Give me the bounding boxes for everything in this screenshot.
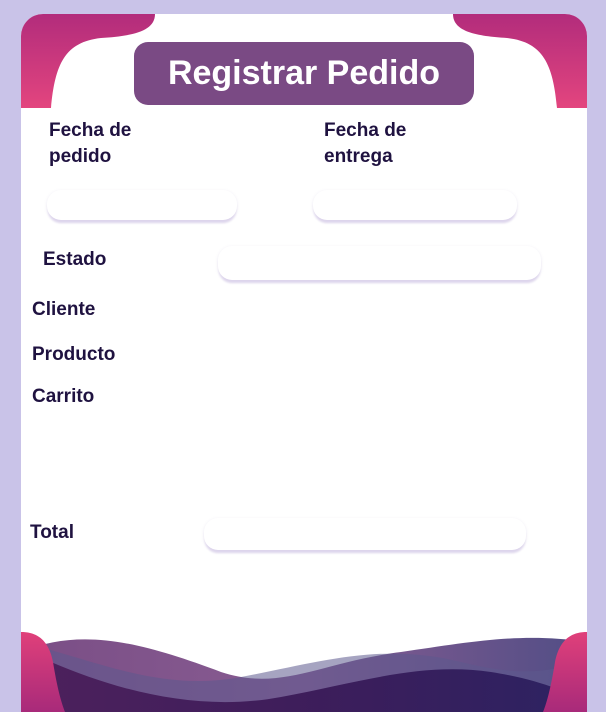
estado-label: Estado — [43, 249, 107, 270]
total-label: Total — [30, 522, 74, 543]
fecha-pedido-label: Fecha de pedido — [49, 120, 132, 167]
fecha-pedido-field[interactable] — [47, 190, 237, 220]
carrito-label: Carrito — [32, 386, 95, 407]
total-field[interactable] — [204, 518, 526, 550]
producto-label: Producto — [32, 344, 116, 365]
fecha-entrega-label: Fecha de entrega — [324, 120, 407, 167]
order-form-card: Registrar Pedido Fecha de pedido Fecha d… — [21, 14, 587, 712]
cliente-label: Cliente — [32, 299, 96, 320]
page-title: Registrar Pedido — [134, 42, 474, 105]
fecha-entrega-field[interactable] — [313, 190, 517, 220]
estado-field[interactable] — [218, 246, 541, 280]
bottom-wave-decoration — [21, 632, 587, 712]
